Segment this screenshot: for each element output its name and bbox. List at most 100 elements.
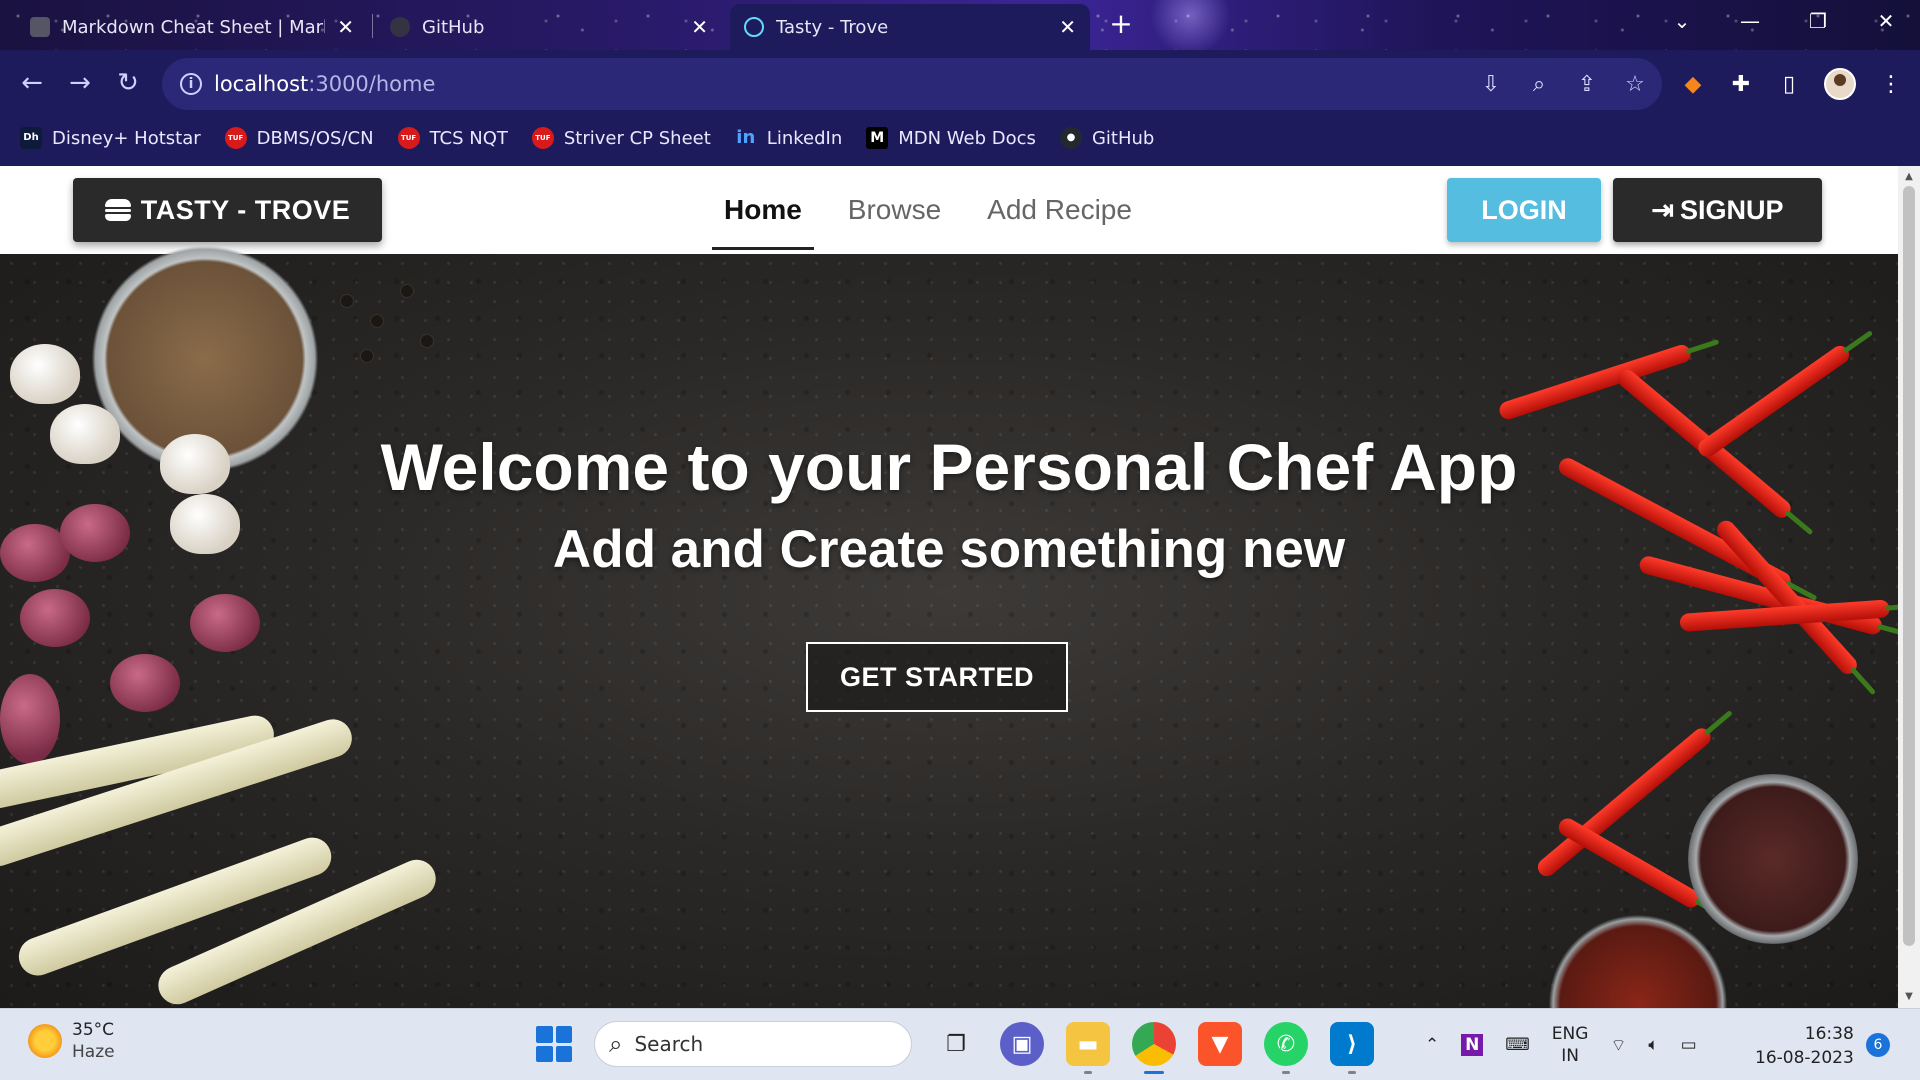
- tuf-icon: TUF: [397, 127, 420, 149]
- browser-toolbar: ← → ↻ i localhost :3000/home ⇩ ⌕ ⇪ ☆ ◆ ✚…: [0, 50, 1920, 166]
- tab-strip: Markdown Cheat Sheet | Markdo ✕ GitHub ✕…: [0, 0, 1920, 50]
- taskbar-apps: ⌕ Search ❐ ▣ ▬ ▼ ✆ ⟩: [536, 1021, 1374, 1074]
- close-window-button[interactable]: ✕: [1852, 0, 1920, 44]
- windows-start-icon[interactable]: [536, 1026, 572, 1062]
- metamask-icon[interactable]: ◆: [1680, 72, 1706, 97]
- tab-markdown[interactable]: Markdown Cheat Sheet | Markdo ✕: [16, 4, 368, 50]
- bookmark-github[interactable]: ● GitHub: [1059, 127, 1154, 149]
- close-icon[interactable]: ✕: [337, 15, 354, 39]
- chili-flakes-bowl-image: [1538, 904, 1738, 1008]
- minimize-button[interactable]: —: [1716, 0, 1784, 44]
- react-icon: [744, 17, 764, 37]
- extensions-area: ◆ ✚ ▯ ⋮: [1680, 58, 1904, 110]
- task-view-icon[interactable]: ❐: [934, 1022, 978, 1066]
- tab-title: Markdown Cheat Sheet | Markdo: [62, 16, 325, 38]
- hero-subtitle: Add and Create something new: [552, 520, 1346, 579]
- scroll-up-icon[interactable]: ▲: [1898, 168, 1920, 186]
- wifi-icon[interactable]: ⌔: [1610, 1035, 1626, 1056]
- tab-github[interactable]: GitHub ✕: [376, 4, 722, 50]
- chili-image: [1555, 815, 1704, 911]
- battery-icon[interactable]: ▭: [1681, 1035, 1697, 1055]
- bookmark-label: DBMS/OS/CN: [256, 127, 374, 149]
- onenote-icon[interactable]: N: [1461, 1034, 1484, 1056]
- install-icon[interactable]: ⇩: [1478, 72, 1504, 97]
- signup-button[interactable]: ⇥ SIGNUP: [1613, 178, 1822, 242]
- garlic-image: [10, 344, 80, 404]
- scroll-down-icon[interactable]: ▼: [1898, 988, 1920, 1006]
- main-menu: Home Browse Add Recipe: [712, 166, 1144, 254]
- bookmarks-bar: Dh Disney+ Hotstar TUF DBMS/OS/CN TUF TC…: [20, 120, 1154, 156]
- taskbar: 35°C Haze ⌕ Search ❐ ▣ ▬ ▼ ✆ ⟩ ⌃ N ⌨ ENG…: [0, 1008, 1920, 1080]
- share-icon[interactable]: ⇪: [1574, 72, 1600, 97]
- brave-icon[interactable]: ▼: [1198, 1022, 1242, 1066]
- bookmark-striver[interactable]: TUF Striver CP Sheet: [531, 127, 711, 149]
- bookmark-hotstar[interactable]: Dh Disney+ Hotstar: [20, 127, 201, 149]
- bookmark-dbms[interactable]: TUF DBMS/OS/CN: [224, 127, 374, 149]
- restore-button[interactable]: ❐: [1784, 0, 1852, 44]
- page-scrollbar[interactable]: ▲ ▼: [1898, 166, 1920, 1008]
- peppercorn-image: [340, 294, 354, 308]
- reload-button[interactable]: ↻: [110, 66, 146, 102]
- file-explorer-icon[interactable]: ▬: [1066, 1022, 1110, 1074]
- close-icon[interactable]: ✕: [691, 15, 708, 39]
- bookmark-label: TCS NQT: [429, 127, 508, 149]
- address-bar[interactable]: i localhost :3000/home ⇩ ⌕ ⇪ ☆: [162, 58, 1662, 110]
- mdn-icon: M: [866, 127, 889, 149]
- tab-separator: [372, 14, 373, 38]
- zoom-icon[interactable]: ⌕: [1526, 72, 1552, 97]
- bookmark-linkedin[interactable]: in LinkedIn: [735, 127, 842, 149]
- get-started-button[interactable]: GET STARTED: [806, 642, 1068, 712]
- github-icon: ●: [1059, 127, 1082, 149]
- back-button[interactable]: ←: [14, 66, 50, 102]
- extensions-puzzle-icon[interactable]: ✚: [1728, 72, 1754, 97]
- bookmark-tcs-nqt[interactable]: TUF TCS NQT: [397, 127, 508, 149]
- weather-temp: 35°C: [72, 1020, 115, 1040]
- time: 16:38: [1804, 1024, 1854, 1044]
- chrome-icon[interactable]: [1132, 1022, 1176, 1074]
- notification-badge[interactable]: 6: [1866, 1033, 1890, 1057]
- taskbar-search[interactable]: ⌕ Search: [594, 1021, 912, 1067]
- tab-search-icon[interactable]: ⌄: [1648, 0, 1716, 44]
- sauce-pan-image: [1688, 774, 1858, 944]
- weather-widget[interactable]: 35°C Haze: [28, 1019, 115, 1063]
- side-panel-icon[interactable]: ▯: [1776, 72, 1802, 97]
- clock[interactable]: 16:38 16-08-2023: [1755, 1022, 1854, 1070]
- markdown-icon: [30, 17, 50, 37]
- brand-logo[interactable]: TASTY - TROVE: [73, 178, 382, 242]
- system-tray: ⌃ N ⌨ ENG IN ⌔ 🔈︎ ▭: [1425, 1021, 1697, 1069]
- nav-browse[interactable]: Browse: [836, 194, 953, 226]
- close-icon[interactable]: ✕: [1059, 15, 1076, 39]
- peppercorn-image: [370, 314, 384, 328]
- site-info-icon[interactable]: i: [180, 73, 202, 95]
- scroll-thumb[interactable]: [1903, 186, 1915, 946]
- new-tab-button[interactable]: +: [1104, 8, 1138, 42]
- chevron-up-icon[interactable]: ⌃: [1425, 1035, 1439, 1055]
- nav-home[interactable]: Home: [712, 194, 814, 250]
- tab-title: GitHub: [422, 16, 485, 38]
- language-indicator[interactable]: ENG IN: [1552, 1023, 1589, 1067]
- bookmark-label: LinkedIn: [766, 127, 843, 149]
- nav-add-recipe[interactable]: Add Recipe: [975, 194, 1144, 226]
- whatsapp-icon[interactable]: ✆: [1264, 1022, 1308, 1074]
- bookmark-mdn[interactable]: M MDN Web Docs: [866, 127, 1036, 149]
- teams-chat-icon[interactable]: ▣: [1000, 1022, 1044, 1066]
- profile-avatar[interactable]: [1824, 68, 1856, 100]
- haze-sun-icon: [28, 1024, 62, 1058]
- forward-button[interactable]: →: [62, 66, 98, 102]
- lang-code: ENG: [1551, 1024, 1589, 1044]
- menu-kebab-icon[interactable]: ⋮: [1878, 72, 1904, 97]
- shallot-image: [190, 594, 260, 652]
- keyboard-icon[interactable]: ⌨: [1505, 1035, 1530, 1055]
- window-controls: ⌄ — ❐ ✕: [1648, 0, 1920, 44]
- tab-tasty-trove[interactable]: Tasty - Trove ✕: [730, 4, 1090, 50]
- weather-condition: Haze: [72, 1042, 115, 1062]
- peppercorn-image: [420, 334, 434, 348]
- login-button[interactable]: LOGIN: [1447, 178, 1601, 242]
- bookmark-star-icon[interactable]: ☆: [1622, 72, 1648, 97]
- brand-name: TASTY - TROVE: [140, 194, 351, 225]
- peppercorn-image: [400, 284, 414, 298]
- vscode-icon[interactable]: ⟩: [1330, 1022, 1374, 1074]
- bookmark-label: Disney+ Hotstar: [52, 127, 201, 149]
- volume-icon[interactable]: 🔈︎: [1648, 1035, 1658, 1055]
- tab-title: Tasty - Trove: [776, 16, 889, 38]
